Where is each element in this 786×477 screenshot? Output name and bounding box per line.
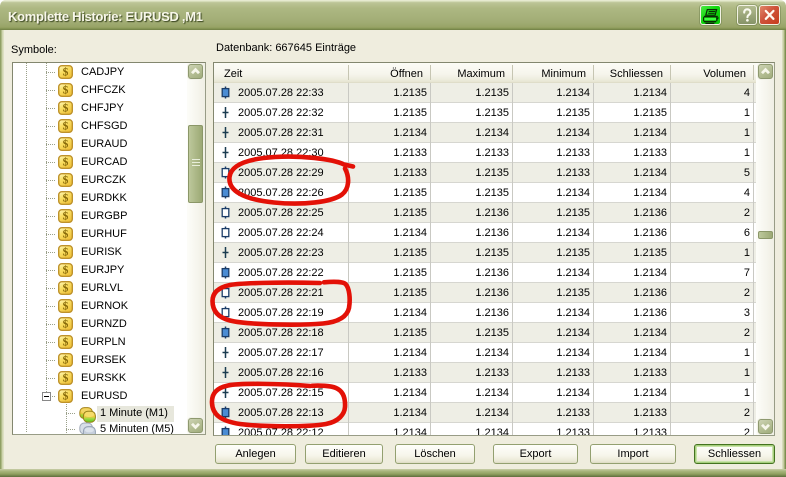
svg-text:$: $ [63, 138, 69, 151]
svg-text:$: $ [63, 120, 69, 133]
svg-text:$: $ [63, 66, 69, 79]
svg-text:$: $ [63, 192, 69, 205]
svg-text:$: $ [63, 390, 69, 403]
svg-text:$: $ [63, 318, 69, 331]
svg-text:$: $ [63, 102, 69, 115]
svg-text:$: $ [63, 300, 69, 313]
svg-text:$: $ [63, 372, 69, 385]
svg-text:$: $ [63, 354, 69, 367]
svg-text:$: $ [63, 228, 69, 241]
svg-text:$: $ [63, 156, 69, 169]
svg-text:$: $ [63, 210, 69, 223]
svg-text:$: $ [63, 282, 69, 295]
svg-text:$: $ [63, 336, 69, 349]
svg-text:$: $ [63, 84, 69, 97]
svg-text:$: $ [63, 264, 69, 277]
svg-text:$: $ [63, 174, 69, 187]
svg-text:$: $ [63, 246, 69, 259]
